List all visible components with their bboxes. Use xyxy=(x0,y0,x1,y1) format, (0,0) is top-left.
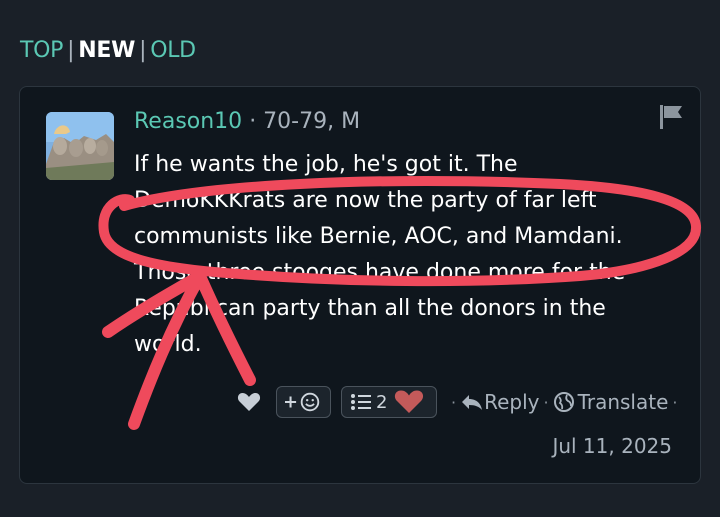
sort-old-tab[interactable]: OLD xyxy=(150,38,196,63)
avatar-image xyxy=(46,112,114,180)
separator-dot: · xyxy=(451,392,457,412)
red-heart-icon xyxy=(395,390,424,413)
add-reaction-button[interactable] xyxy=(276,386,331,418)
heart-icon xyxy=(237,393,261,411)
smiley-icon xyxy=(285,392,320,412)
sort-separator: | xyxy=(67,38,75,63)
username-link[interactable]: Reason10 xyxy=(134,109,242,134)
comment-actions: 2 · Reply · Translate · xyxy=(236,384,681,420)
avatar[interactable] xyxy=(46,112,114,180)
separator-dot: · xyxy=(672,392,678,412)
comment-date: Jul 11, 2025 xyxy=(552,434,672,458)
reply-button[interactable]: Reply xyxy=(460,390,539,414)
reaction-count: 2 xyxy=(376,391,388,413)
reactions-summary-button[interactable]: 2 xyxy=(341,386,437,418)
sort-new-tab[interactable]: NEW xyxy=(78,38,135,63)
reply-arrow-icon xyxy=(462,395,483,410)
globe-icon xyxy=(553,392,574,412)
like-button[interactable] xyxy=(236,389,262,415)
comment-body: If he wants the job, he's got it. The De… xyxy=(134,152,626,357)
sort-top-tab[interactable]: TOP xyxy=(20,38,63,63)
comment-header: Reason10 · 70-79, M xyxy=(134,109,360,134)
comment-card: Reason10 · 70-79, M If he wants the job,… xyxy=(19,86,701,484)
separator-dot: · xyxy=(543,392,549,412)
translate-button[interactable]: Translate xyxy=(553,390,669,414)
translate-label: Translate xyxy=(577,390,669,414)
user-meta: · 70-79, M xyxy=(249,109,361,134)
comment-sort-bar: TOP | NEW | OLD xyxy=(20,38,196,63)
reply-label: Reply xyxy=(484,390,540,414)
flag-icon[interactable] xyxy=(656,101,686,131)
list-icon xyxy=(351,394,371,410)
sort-separator: | xyxy=(139,38,147,63)
